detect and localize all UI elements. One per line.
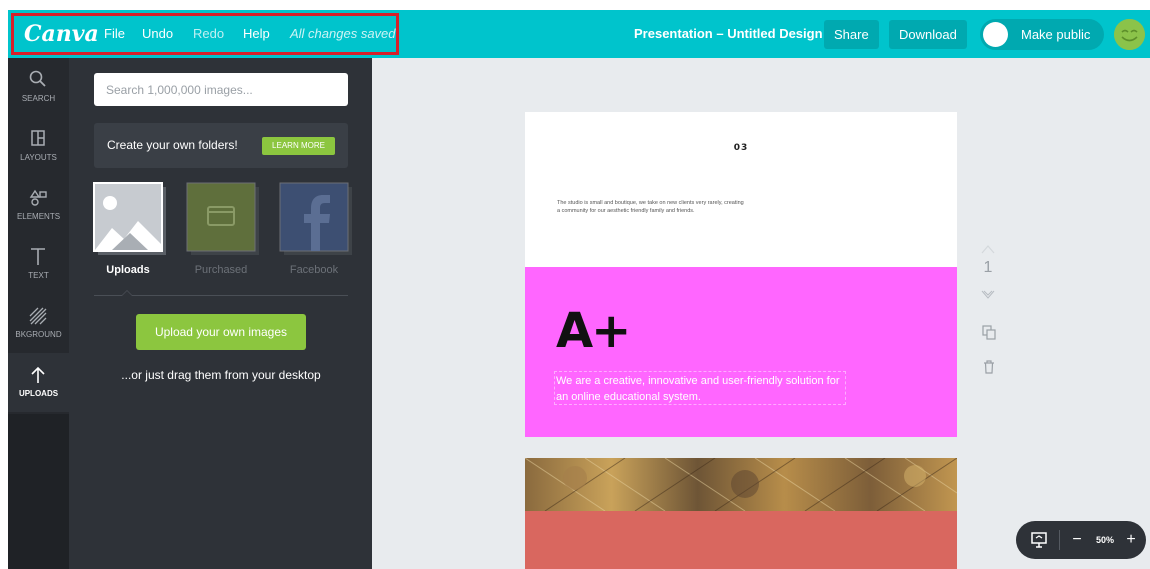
page-3-image[interactable] xyxy=(525,458,957,512)
page-number-indicator: 1 xyxy=(983,259,993,276)
elements-icon xyxy=(29,189,47,206)
rail-item-elements[interactable]: ELEMENTS xyxy=(8,176,69,235)
move-page-down-icon[interactable] xyxy=(980,290,996,300)
source-tile-facebook[interactable] xyxy=(279,182,352,255)
toggle-knob xyxy=(983,22,1008,47)
annotation-highlight-box xyxy=(11,13,399,55)
source-label-facebook[interactable]: Facebook xyxy=(271,264,357,276)
zoom-control: − 50% + xyxy=(1016,521,1146,559)
rail-label-search: SEARCH xyxy=(21,94,56,103)
page-1-body-text[interactable]: The studio is small and boutique, we tak… xyxy=(557,199,747,215)
zoom-level[interactable]: 50% xyxy=(1090,521,1120,559)
download-button[interactable]: Download xyxy=(889,20,967,49)
avatar-face-icon xyxy=(1114,19,1145,50)
design-canvas: 03 The studio is small and boutique, we … xyxy=(372,58,1150,569)
page-3[interactable] xyxy=(525,458,957,569)
zoom-out-button[interactable]: − xyxy=(1068,521,1086,559)
source-label-purchased[interactable]: Purchased xyxy=(178,264,264,276)
fresco-pattern xyxy=(525,458,957,512)
page-1[interactable]: 03 The studio is small and boutique, we … xyxy=(525,112,957,267)
source-tile-purchased[interactable] xyxy=(186,182,259,255)
present-icon[interactable] xyxy=(1030,531,1048,549)
source-label-uploads[interactable]: Uploads xyxy=(85,264,171,276)
make-public-toggle[interactable]: Make public xyxy=(980,19,1104,50)
user-avatar[interactable] xyxy=(1114,19,1145,50)
share-button[interactable]: Share xyxy=(824,20,879,49)
upload-images-button[interactable]: Upload your own images xyxy=(136,314,306,350)
uploads-panel: Create your own folders! LEARN MORE xyxy=(69,58,372,569)
rail-label-elements: ELEMENTS xyxy=(16,212,61,221)
layouts-icon xyxy=(31,130,45,146)
image-placeholder-icon xyxy=(93,182,166,255)
folders-promo: Create your own folders! LEARN MORE xyxy=(94,123,348,168)
page-1-number[interactable]: 03 xyxy=(525,143,957,153)
copy-page-icon[interactable] xyxy=(981,324,997,340)
image-search-input[interactable] xyxy=(94,73,348,106)
page-2-body-text[interactable]: We are a creative, innovative and user-f… xyxy=(556,373,846,405)
rail-item-text[interactable]: TEXT xyxy=(8,235,69,294)
document-title[interactable]: Presentation – Untitled Design xyxy=(634,10,823,58)
rail-item-uploads[interactable]: UPLOADS xyxy=(8,353,69,412)
credit-card-icon xyxy=(186,182,259,255)
search-icon xyxy=(29,70,46,87)
page-2-heading[interactable]: A+ xyxy=(556,307,631,355)
folders-promo-text: Create your own folders! xyxy=(107,138,238,152)
rail-label-uploads: UPLOADS xyxy=(18,389,59,398)
source-tile-uploads[interactable] xyxy=(93,182,166,255)
rail-label-text: TEXT xyxy=(28,271,49,280)
active-source-caret-inner xyxy=(122,291,132,296)
zoom-in-button[interactable]: + xyxy=(1122,521,1140,559)
page-2[interactable]: A+ We are a creative, innovative and use… xyxy=(525,267,957,437)
rail-empty-area xyxy=(8,414,69,569)
upload-icon xyxy=(31,366,45,383)
rail-item-search[interactable]: SEARCH xyxy=(8,58,69,117)
rail-item-background[interactable]: BKGROUND xyxy=(8,294,69,353)
facebook-icon xyxy=(279,182,352,255)
background-icon xyxy=(29,307,47,325)
text-icon xyxy=(31,248,45,265)
move-page-up-icon[interactable] xyxy=(980,244,996,254)
rail-label-layouts: LAYOUTS xyxy=(20,153,57,162)
rail-item-layouts[interactable]: LAYOUTS xyxy=(8,117,69,176)
learn-more-button[interactable]: LEARN MORE xyxy=(262,137,335,155)
app-window: Canva File Undo Redo Help All changes sa… xyxy=(8,10,1150,569)
delete-page-icon[interactable] xyxy=(981,359,997,375)
rail-label-background: BKGROUND xyxy=(15,330,62,339)
zoom-separator xyxy=(1059,530,1060,550)
make-public-label: Make public xyxy=(1021,27,1091,42)
left-nav-rail: SEARCH LAYOUTS ELEMENTS TEXT BKGROUND UP… xyxy=(8,58,69,569)
top-bar: Canva File Undo Redo Help All changes sa… xyxy=(8,10,1150,58)
drag-hint: ...or just drag them from your desktop xyxy=(121,368,321,382)
